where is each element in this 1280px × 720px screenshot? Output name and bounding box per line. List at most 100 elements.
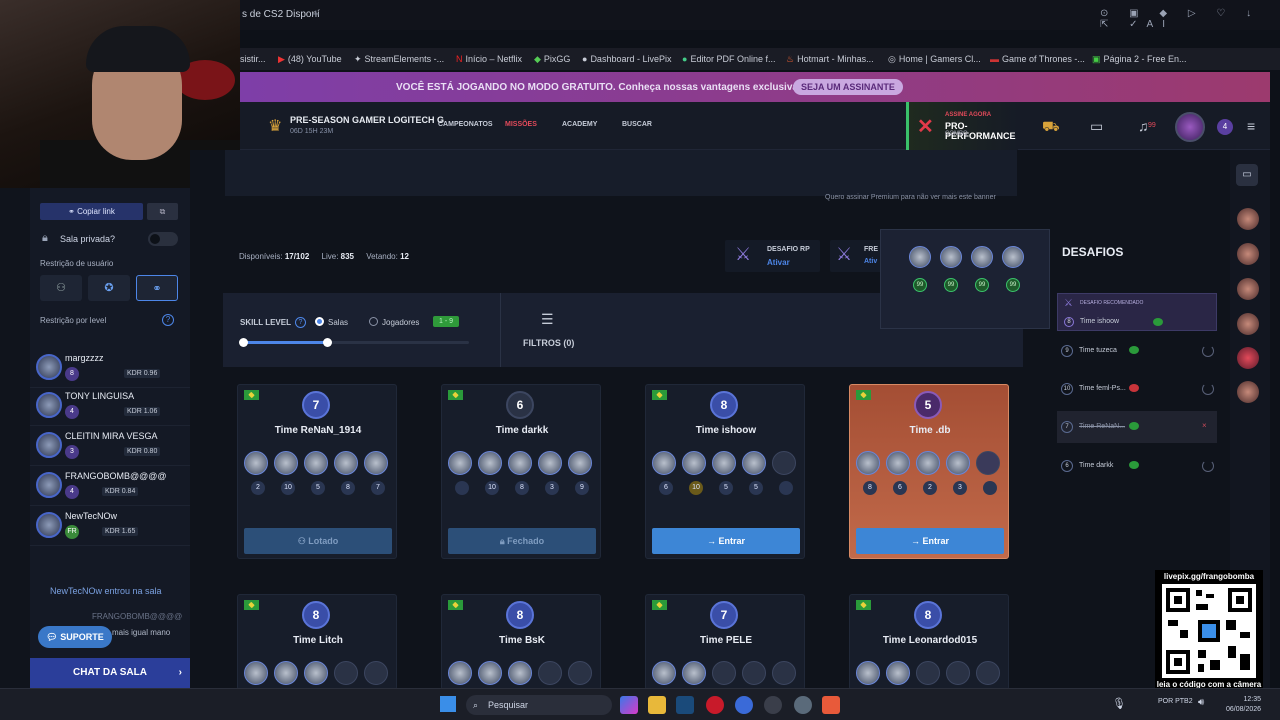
- friend-avatar[interactable]: [1237, 208, 1259, 230]
- new-tab-button[interactable]: +: [312, 6, 320, 21]
- slot-avatar[interactable]: [652, 661, 676, 685]
- obs-icon[interactable]: [764, 696, 782, 714]
- rooms-radio[interactable]: Salas: [315, 317, 348, 327]
- skill-help-icon[interactable]: ?: [295, 317, 306, 328]
- slot-avatar[interactable]: [274, 661, 298, 685]
- slot-avatar[interactable]: [244, 661, 268, 685]
- room-chat-button[interactable]: CHAT DA SALA ›: [30, 658, 190, 688]
- bookmark[interactable]: ● Dashboard - LivePix: [582, 54, 671, 64]
- filters-button[interactable]: FILTROS (0): [523, 338, 574, 348]
- copy-icon[interactable]: ⧉: [147, 203, 178, 220]
- slot-avatar[interactable]: [856, 451, 880, 475]
- filter-icon[interactable]: ☰: [541, 311, 554, 328]
- challenge-row[interactable]: 7 Time ReNaN... ×: [1057, 411, 1217, 443]
- slot-avatar[interactable]: [886, 451, 910, 475]
- slot-avatar[interactable]: [244, 451, 268, 475]
- volume-icon[interactable]: 🔊︎: [1198, 697, 1204, 708]
- player-row[interactable]: FRANGOBOMB@@@@ 4 KDR 0.84: [30, 468, 190, 506]
- room-card[interactable]: 8 Time Leonardod015: [849, 594, 1009, 690]
- slot-avatar[interactable]: [538, 451, 562, 475]
- active-tab[interactable]: s de CS2 Disponí: [242, 9, 320, 20]
- browser-toolbar-icons[interactable]: ⊙ ▣ ◆ ▷ ♡ ↓ ⇱ ✓AI: [1100, 8, 1280, 30]
- messages-icon[interactable]: ▭: [1236, 164, 1258, 186]
- player-row[interactable]: CLEITIN MIRA VESGA 3 KDR 0.80: [30, 428, 190, 466]
- slot-empty[interactable]: [976, 661, 1000, 685]
- room-card-highlighted[interactable]: 5 Time .db 8 6 2 3 → Entrar: [849, 384, 1009, 559]
- slot-empty[interactable]: [772, 451, 796, 475]
- slider-min-handle[interactable]: [239, 338, 248, 347]
- slot-avatar[interactable]: [448, 451, 472, 475]
- slot-avatar[interactable]: [682, 661, 706, 685]
- pro-performance-promo[interactable]: ✕ ASSINE AGORA PRO-PERFORMANCE COMBO: [906, 102, 1018, 150]
- app-icon[interactable]: [735, 696, 753, 714]
- support-button[interactable]: 💬︎ SUPORTE: [38, 626, 112, 648]
- friend-avatar[interactable]: [1237, 243, 1259, 265]
- challenge-rp-activate[interactable]: Ativar: [767, 258, 790, 267]
- chat-icon[interactable]: ▭: [1090, 118, 1103, 135]
- slot-empty[interactable]: [772, 661, 796, 685]
- slot-avatar[interactable]: [448, 661, 472, 685]
- recommended-challenge[interactable]: ⚔ DESAFIO RECOMENDADO 8 Time ishoow: [1057, 293, 1217, 331]
- app-icon[interactable]: [620, 696, 638, 714]
- slot-empty[interactable]: [712, 661, 736, 685]
- friend-avatar[interactable]: [1237, 313, 1259, 335]
- slot-avatar[interactable]: [568, 451, 592, 475]
- nav-buscar[interactable]: BUSCAR: [622, 121, 652, 128]
- slider-max-handle[interactable]: [323, 338, 332, 347]
- restrict-premium-button[interactable]: ⚭: [136, 275, 178, 301]
- room-card[interactable]: 7 Time PELE: [645, 594, 805, 690]
- slot-empty[interactable]: [976, 451, 1000, 475]
- microphone-icon[interactable]: 🎙︎: [1112, 697, 1126, 710]
- store-icon[interactable]: ⛟: [1042, 118, 1060, 137]
- bookmark[interactable]: ▬ Game of Thrones -...: [990, 54, 1085, 64]
- room-card[interactable]: 7 Time ReNaN_1914 2 10 5 8 7 ⚇ Lotado: [237, 384, 397, 559]
- player-row[interactable]: margzzzz 8 KDR 0.96: [30, 350, 190, 388]
- bookmark[interactable]: ♨ Hotmart - Minhas...: [786, 54, 874, 65]
- player-row[interactable]: NewTecNOw FR KDR 1.65: [30, 508, 190, 546]
- friend-avatar[interactable]: [1237, 381, 1259, 403]
- slot-avatar[interactable]: [916, 451, 940, 475]
- bookmark[interactable]: ◎ Home | Gamers Cl...: [888, 54, 981, 65]
- private-room-toggle[interactable]: [148, 232, 178, 246]
- slot-avatar[interactable]: [712, 451, 736, 475]
- challenge-row[interactable]: 6 Time darkk: [1057, 450, 1217, 482]
- restrict-users-button[interactable]: ⚇: [40, 275, 82, 301]
- room-card[interactable]: 8 Time Litch: [237, 594, 397, 690]
- bookmark[interactable]: sistir...: [240, 54, 266, 64]
- windows-start-icon[interactable]: [440, 696, 456, 712]
- slot-avatar[interactable]: [682, 451, 706, 475]
- remove-banner-link[interactable]: Quero assinar Premium para não ver mais …: [825, 194, 996, 201]
- nav-academy[interactable]: ACADEMY: [562, 121, 597, 128]
- slot-avatar[interactable]: [742, 451, 766, 475]
- help-icon[interactable]: ?: [162, 314, 174, 326]
- system-clock[interactable]: 12:35 06/08/2026: [1226, 695, 1261, 715]
- season-title[interactable]: PRE-SEASON GAMER LOGITECH G: [290, 115, 444, 125]
- folder-icon[interactable]: [648, 696, 666, 714]
- slot-avatar[interactable]: [856, 661, 880, 685]
- copy-link-button[interactable]: ⚭ Copiar link: [40, 203, 143, 220]
- slot-avatar[interactable]: [478, 661, 502, 685]
- slot-avatar[interactable]: [886, 661, 910, 685]
- room-enter-button[interactable]: → Entrar: [856, 528, 1004, 554]
- slot-empty[interactable]: [742, 661, 766, 685]
- challenge-rp-card[interactable]: ⚔ DESAFIO RP Ativar: [725, 240, 820, 272]
- steam-icon[interactable]: [676, 696, 694, 714]
- app-icon[interactable]: [794, 696, 812, 714]
- challenge-free-activate[interactable]: Ativ: [864, 258, 877, 265]
- notifications-icon[interactable]: ♫: [1138, 118, 1149, 134]
- slot-avatar[interactable]: [946, 451, 970, 475]
- slot-empty[interactable]: [568, 661, 592, 685]
- nav-missoes[interactable]: MISSÕES: [505, 121, 537, 128]
- taskbar-search[interactable]: ⌕ Pesquisar: [466, 695, 612, 715]
- slot-avatar[interactable]: [508, 451, 532, 475]
- slot-empty[interactable]: [364, 661, 388, 685]
- slot-avatar[interactable]: [478, 451, 502, 475]
- room-card[interactable]: 8 Time BsK: [441, 594, 601, 690]
- bookmark[interactable]: N Início – Netflix: [456, 54, 522, 64]
- players-radio[interactable]: Jogadores: [369, 317, 419, 327]
- challenge-row[interactable]: 10 Time feml-Ps...: [1057, 373, 1217, 405]
- user-avatar[interactable]: [1175, 112, 1205, 142]
- room-enter-button[interactable]: → Entrar: [652, 528, 800, 554]
- bookmark[interactable]: ▶ (48) YouTube: [278, 54, 342, 65]
- nav-campeonatos[interactable]: CAMPEONATOS: [438, 121, 493, 128]
